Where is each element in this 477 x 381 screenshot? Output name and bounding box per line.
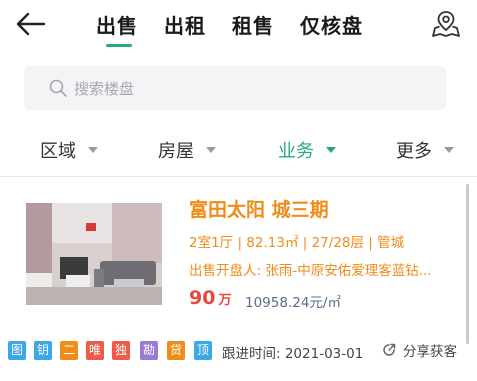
listing-title: 富田太阳 城三期 — [189, 199, 329, 221]
filter-bar: 区域 房屋 业务 更多 — [0, 128, 477, 172]
caret-down-icon — [444, 147, 454, 153]
tab-verify-only[interactable]: 仅核盘 — [300, 10, 363, 39]
filter-area-label: 区域 — [40, 141, 76, 162]
tag-row: 图 钥 二 唯 独 勘 贷 顶 跟进时间: 2021-03-01 分享获客 — [0, 341, 470, 365]
tab-rent-sale[interactable]: 租售 — [232, 10, 274, 39]
tab-rent[interactable]: 出租 — [164, 10, 206, 39]
search-input[interactable]: 搜索楼盘 — [74, 78, 134, 99]
filter-house[interactable]: 房屋 — [158, 138, 216, 162]
listing-price: 90 万 — [189, 287, 231, 309]
tag-badge: 钥 — [34, 341, 52, 360]
scrollbar[interactable] — [466, 184, 469, 344]
tag-badge: 顶 — [194, 341, 212, 360]
filter-more[interactable]: 更多 — [396, 138, 454, 162]
filter-more-label: 更多 — [396, 141, 432, 162]
share-button[interactable]: 分享获客 — [381, 341, 457, 360]
filter-house-label: 房屋 — [158, 141, 194, 162]
top-nav: 出售 出租 租售 仅核盘 — [0, 0, 477, 48]
price-unit: 万 — [218, 293, 232, 308]
tag-badge: 唯 — [86, 341, 104, 360]
caret-down-icon — [206, 147, 216, 153]
price-value: 90 — [189, 287, 216, 309]
caret-down-icon — [88, 147, 98, 153]
caret-down-icon — [326, 147, 336, 153]
search-bar[interactable]: 搜索楼盘 — [24, 66, 446, 110]
tag-badge: 二 — [60, 341, 78, 360]
filter-business[interactable]: 业务 — [278, 138, 336, 162]
tag-badge: 贷 — [167, 341, 185, 360]
filter-area[interactable]: 区域 — [40, 138, 98, 162]
arrow-left-icon[interactable] — [14, 8, 48, 40]
filter-business-label: 业务 — [278, 141, 314, 162]
follow-up-time: 跟进时间: 2021-03-01 — [222, 346, 364, 362]
share-label: 分享获客 — [403, 344, 457, 360]
tag-badge: 独 — [112, 341, 130, 360]
listing-agent: 出售开盘人: 张雨-中原安佑爱理客蓝钻... — [189, 263, 432, 279]
search-icon — [49, 79, 67, 97]
unit-price: 10958.24元/㎡ — [245, 295, 341, 311]
share-icon — [383, 343, 396, 356]
tab-sale[interactable]: 出售 — [96, 10, 138, 39]
listing-specs: 2室1厅 | 82.13㎡ | 27/28层 | 管城 — [189, 235, 405, 251]
tag-badge: 图 — [8, 341, 26, 360]
tag-badge: 勘 — [140, 341, 158, 360]
active-tab-indicator — [106, 44, 132, 47]
listing-card[interactable]: 富田太阳 城三期 2室1厅 | 82.13㎡ | 27/28层 | 管城 出售开… — [0, 177, 470, 381]
listing-photo — [26, 203, 162, 305]
map-location-icon[interactable] — [430, 8, 462, 40]
